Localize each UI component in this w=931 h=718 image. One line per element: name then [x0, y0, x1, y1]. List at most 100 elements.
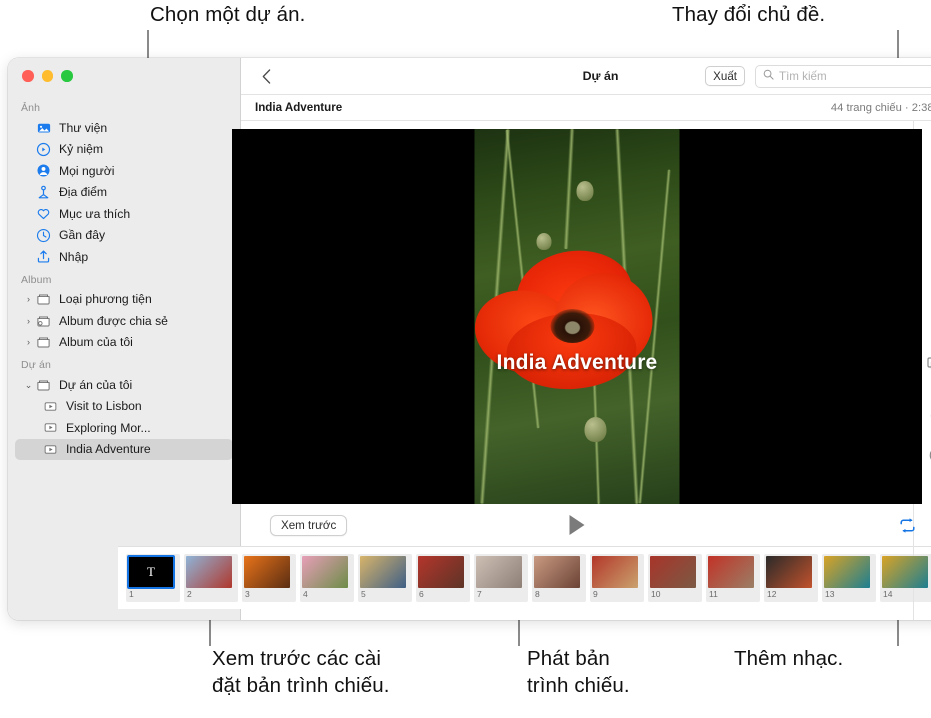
callout-preview-settings-line2: đặt bản trình chiếu.: [212, 673, 390, 697]
theme-layers-icon[interactable]: [926, 355, 931, 377]
callout-play-slideshow-line2: trình chiếu.: [527, 673, 630, 697]
filmstrip-thumbnail[interactable]: 9: [590, 554, 644, 602]
sidebar-item-th-vi-n[interactable]: Thư viện: [15, 117, 233, 139]
export-button[interactable]: Xuất: [705, 66, 745, 86]
play-button[interactable]: [569, 515, 585, 535]
filmstrip-thumbnail[interactable]: 12: [764, 554, 818, 602]
thumbnail-number: 6: [419, 589, 424, 600]
poppy-flower: [474, 243, 680, 399]
stage-area: India Adventure Xem trước T 1 2 3 4 5 6 …: [118, 121, 931, 620]
music-note-icon[interactable]: [926, 399, 931, 421]
sidebar-item-label: Album của tôi: [59, 335, 133, 350]
filmstrip-thumbnail[interactable]: 8: [532, 554, 586, 602]
sidebar-item-label: Thư viện: [59, 120, 108, 135]
preview-button[interactable]: Xem trước: [270, 514, 348, 536]
thumbnail-number: 11: [709, 589, 718, 600]
sidebar-item-lo-i-ph-ng-ti-n[interactable]: › Loại phương tiện: [15, 289, 233, 311]
sidebar-item-k-ni-m[interactable]: Kỷ niệm: [15, 139, 233, 161]
filmstrip-thumbnail[interactable]: 13: [822, 554, 876, 602]
filmstrip-thumbnail[interactable]: 4: [300, 554, 354, 602]
project-info-bar: India Adventure 44 trang chiếu · 2:38ph: [241, 95, 931, 121]
sidebar-item-d-n-c-a-t-i[interactable]: ⌄ Dự án của tôi: [15, 374, 233, 396]
slide-thumbnail-image: [534, 556, 580, 589]
back-button[interactable]: [255, 65, 277, 87]
slideshow-icon: [42, 420, 59, 435]
sidebar-item-label: Loại phương tiện: [59, 292, 152, 307]
content-area: Dự án Xuất Tìm kiếm India Adventure 44 t…: [118, 58, 931, 620]
sidebar-item-india-adventure[interactable]: India Adventure: [15, 438, 233, 460]
toolbar-right-group: Xuất Tìm kiếm: [705, 64, 931, 88]
shared-folder-icon: [35, 313, 52, 328]
callout-play-slideshow-line1: Phát bản: [527, 647, 610, 670]
slide-thumbnail-image: [592, 556, 638, 589]
slide-title-text: India Adventure: [496, 351, 658, 374]
project-name: India Adventure: [255, 101, 343, 114]
sidebar-item-label: Mục ưa thích: [59, 206, 131, 221]
filmstrip-thumbnail[interactable]: 7: [474, 554, 528, 602]
filmstrip-thumbnails[interactable]: T123456789101112131415: [126, 554, 931, 602]
folder-icon: [35, 377, 52, 392]
sidebar-item-nh-p[interactable]: Nhập: [15, 246, 233, 268]
sidebar-item-label: Địa điểm: [59, 185, 108, 200]
search-field[interactable]: Tìm kiếm: [755, 64, 931, 88]
search-input[interactable]: Tìm kiếm: [779, 70, 827, 83]
slideshow-icon: [42, 442, 59, 457]
sidebar-item-m-i-ng-i[interactable]: Mọi người: [15, 160, 233, 182]
slideshow-stage: India Adventure Xem trước T 1 2 3 4 5 6 …: [118, 121, 931, 620]
thumbnail-number: 9: [593, 589, 598, 600]
filmstrip-thumbnail[interactable]: 10: [648, 554, 702, 602]
slide-thumbnail-image: [650, 556, 696, 589]
search-icon: [763, 67, 774, 85]
filmstrip-thumbnail[interactable]: 11: [706, 554, 760, 602]
sidebar-item-label: Gần đây: [59, 228, 106, 243]
sidebar-item-label: Dự án của tôi: [59, 377, 133, 392]
chevron-right-icon[interactable]: ›: [23, 337, 34, 347]
chevron-right-icon[interactable]: ›: [23, 294, 34, 304]
sidebar-item-label: India Adventure: [66, 442, 151, 457]
callout-preview-settings-line1: Xem trước các cài: [212, 647, 381, 670]
sidebar: Ảnh Thư viện Kỷ niệm Mọi người Địa điểm Mục ư…: [8, 58, 241, 620]
callout-change-theme: Thay đổi chủ đề.: [672, 2, 825, 29]
poppy-center: [550, 309, 595, 343]
sidebar-item-exploring-mor[interactable]: Exploring Mor...: [15, 417, 233, 439]
filmstrip[interactable]: T123456789101112131415: [118, 546, 931, 609]
sidebar-item-g-n-y[interactable]: Gần đây: [15, 225, 233, 247]
filmstrip-thumbnail[interactable]: T1: [126, 554, 180, 602]
sidebar-item-visit-to-lisbon[interactable]: Visit to Lisbon: [15, 396, 233, 418]
thumbnail-number: 7: [477, 589, 482, 600]
close-window-button[interactable]: [22, 70, 34, 82]
thumbnail-number: 13: [825, 589, 835, 600]
transport-controls: Xem trước: [232, 504, 922, 546]
memories-icon: [35, 142, 52, 157]
callout-add-music: Thêm nhạc.: [734, 646, 843, 673]
thumbnail-number: 1: [129, 589, 134, 600]
sidebar-scroll-area[interactable]: Ảnh Thư viện Kỷ niệm Mọi người Địa điểm Mục ư…: [8, 94, 240, 620]
filmstrip-thumbnail[interactable]: 2: [184, 554, 238, 602]
callout-select-project-text: Chọn một dự án.: [150, 3, 306, 26]
minimize-window-button[interactable]: [41, 70, 53, 82]
poppy-bud: [584, 417, 607, 442]
sidebar-item-album-c-chia-s[interactable]: › Album được chia sẻ: [15, 310, 233, 332]
poppy-bud: [576, 181, 594, 201]
chevron-down-icon[interactable]: ⌄: [23, 380, 34, 389]
filmstrip-thumbnail[interactable]: 5: [358, 554, 412, 602]
loop-button[interactable]: [899, 517, 916, 533]
title-slide-glyph: T: [147, 564, 155, 580]
filmstrip-thumbnail[interactable]: 3: [242, 554, 296, 602]
duration-timer-icon[interactable]: [926, 443, 931, 465]
filmstrip-thumbnail[interactable]: 6: [416, 554, 470, 602]
sidebar-item-label: Mọi người: [59, 163, 115, 178]
slide-preview-canvas[interactable]: India Adventure: [232, 129, 922, 504]
callout-change-theme-text: Thay đổi chủ đề.: [672, 3, 826, 26]
slide-thumbnail-image: [882, 556, 928, 589]
clock-icon: [35, 228, 52, 243]
slide-thumbnail-image: [186, 556, 232, 589]
sidebar-item-album-c-a-t-i[interactable]: › Album của tôi: [15, 332, 233, 354]
callout-add-music-text: Thêm nhạc.: [734, 647, 844, 670]
sidebar-item-m-c-a-th-ch[interactable]: Mục ưa thích: [15, 203, 233, 225]
sidebar-item-a-i-m[interactable]: Địa điểm: [15, 182, 233, 204]
thumbnail-number: 10: [651, 589, 661, 600]
zoom-window-button[interactable]: [61, 70, 73, 82]
chevron-right-icon[interactable]: ›: [23, 316, 34, 326]
slide-thumbnail-image: [708, 556, 754, 589]
